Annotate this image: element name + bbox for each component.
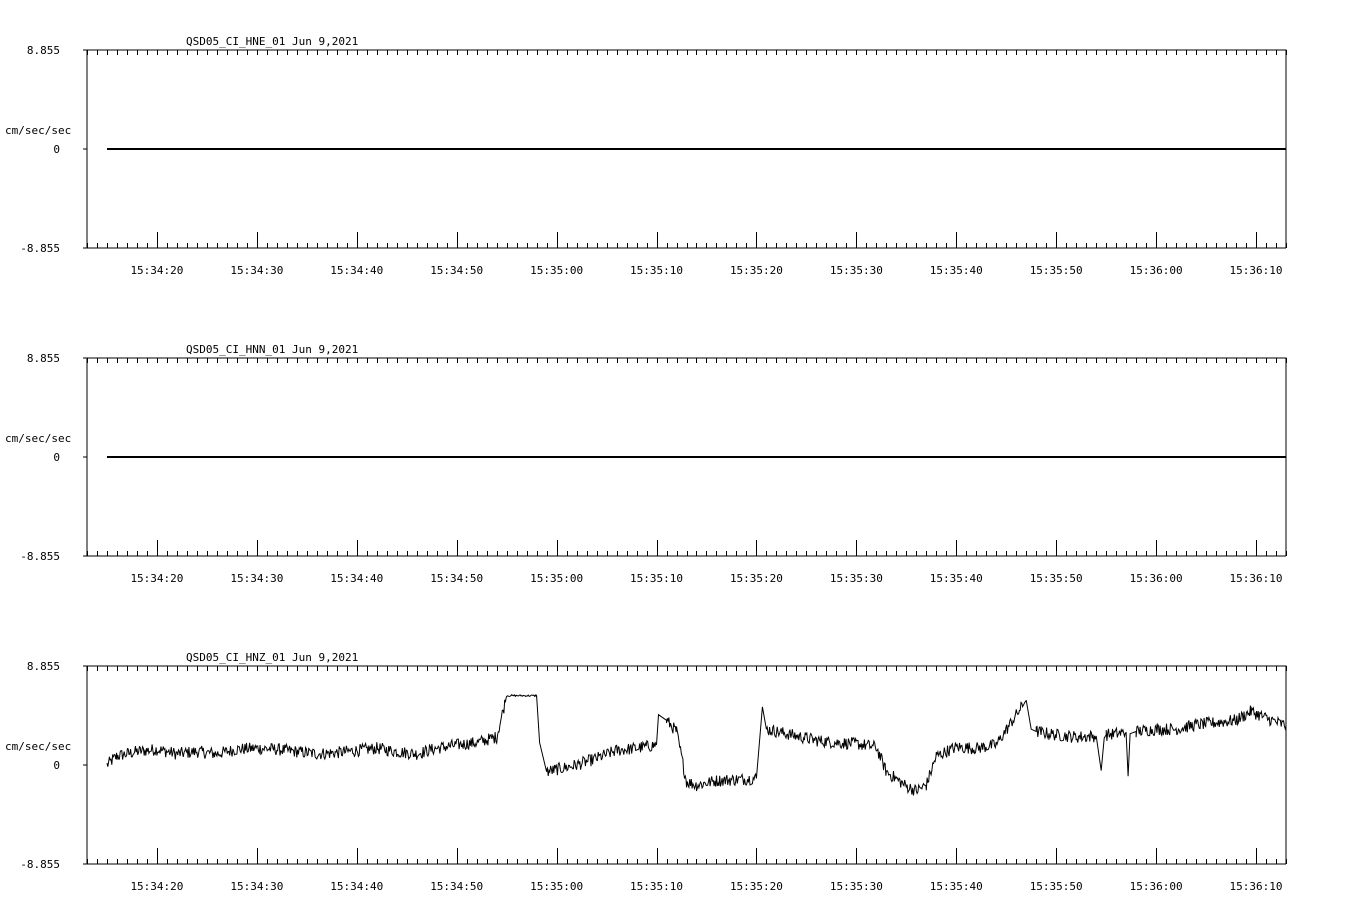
x-tick-label: 15:35:40 (930, 880, 983, 893)
plot-frame (86, 665, 1287, 864)
x-tick-label: 15:35:00 (530, 572, 583, 585)
panel-title: QSD05_CI_HNZ_01 Jun 9,2021 (186, 651, 358, 664)
x-tick-label: 15:35:20 (730, 572, 783, 585)
x-tick-label: 15:36:00 (1130, 572, 1183, 585)
x-tick-label: 15:36:10 (1230, 264, 1283, 277)
x-tick-label: 15:35:30 (830, 572, 883, 585)
y-tick-label: -8.855 (20, 550, 60, 563)
x-tick-label: 15:34:30 (230, 572, 283, 585)
x-tick-label: 15:35:10 (630, 572, 683, 585)
x-tick-label: 15:35:50 (1030, 572, 1083, 585)
x-tick-label: 15:34:50 (430, 572, 483, 585)
waveform-trace (106, 694, 1287, 796)
x-tick-label: 15:34:20 (130, 264, 183, 277)
panel-title: QSD05_CI_HNE_01 Jun 9,2021 (186, 35, 358, 48)
x-tick-label: 15:36:00 (1130, 264, 1183, 277)
x-tick-label: 15:35:40 (930, 572, 983, 585)
panel-1: QSD05_CI_HNE_01 Jun 9,2021 8.855 0 -8.855 cm… (5, 35, 1287, 277)
x-tick-label: 15:34:40 (330, 572, 383, 585)
y-tick-label: -8.855 (20, 242, 60, 255)
x-tick-label: 15:35:20 (730, 880, 783, 893)
x-tick-label: 15:36:00 (1130, 880, 1183, 893)
x-tick-label: 15:34:40 (330, 264, 383, 277)
x-tick-label: 15:35:00 (530, 880, 583, 893)
y-axis-label: cm/sec/sec (5, 432, 71, 445)
y-tick-label: 8.855 (27, 660, 60, 673)
x-tick-label: 15:34:40 (330, 880, 383, 893)
x-tick-label: 15:34:50 (430, 880, 483, 893)
y-tick-label: 8.855 (27, 44, 60, 57)
panel-3: QSD05_CI_HNZ_01 Jun 9,2021 8.855 0 -8.855 cm… (5, 651, 1287, 893)
x-tick-label: 15:36:10 (1230, 572, 1283, 585)
x-tick-label: 15:34:20 (130, 572, 183, 585)
x-tick-label: 15:35:50 (1030, 264, 1083, 277)
x-tick-label: 15:35:10 (630, 264, 683, 277)
y-tick-label: -8.855 (20, 858, 60, 871)
x-tick-label: 15:35:20 (730, 264, 783, 277)
x-tick-label: 15:35:00 (530, 264, 583, 277)
x-tick-label: 15:35:30 (830, 264, 883, 277)
x-tick-label: 15:35:50 (1030, 880, 1083, 893)
y-axis-label: cm/sec/sec (5, 124, 71, 137)
x-tick-label: 15:36:10 (1230, 880, 1283, 893)
y-tick-label: 8.855 (27, 352, 60, 365)
x-tick-label: 15:34:20 (130, 880, 183, 893)
x-tick-label: 15:35:40 (930, 264, 983, 277)
x-tick-label: 15:34:30 (230, 264, 283, 277)
seismogram-figure: QSD05_CI_HNE_01 Jun 9,2021 8.855 0 -8.855 cm… (5, 35, 1287, 893)
panel-title: QSD05_CI_HNN_01 Jun 9,2021 (186, 343, 358, 356)
y-tick-label: 0 (53, 143, 60, 156)
panel-2: QSD05_CI_HNN_01 Jun 9,2021 8.855 0 -8.855 cm… (5, 343, 1287, 585)
y-axis-label: cm/sec/sec (5, 740, 71, 753)
x-tick-label: 15:34:30 (230, 880, 283, 893)
x-tick-label: 15:35:10 (630, 880, 683, 893)
y-tick-label: 0 (53, 451, 60, 464)
x-tick-label: 15:35:30 (830, 880, 883, 893)
x-tick-label: 15:34:50 (430, 264, 483, 277)
y-tick-label: 0 (53, 759, 60, 772)
